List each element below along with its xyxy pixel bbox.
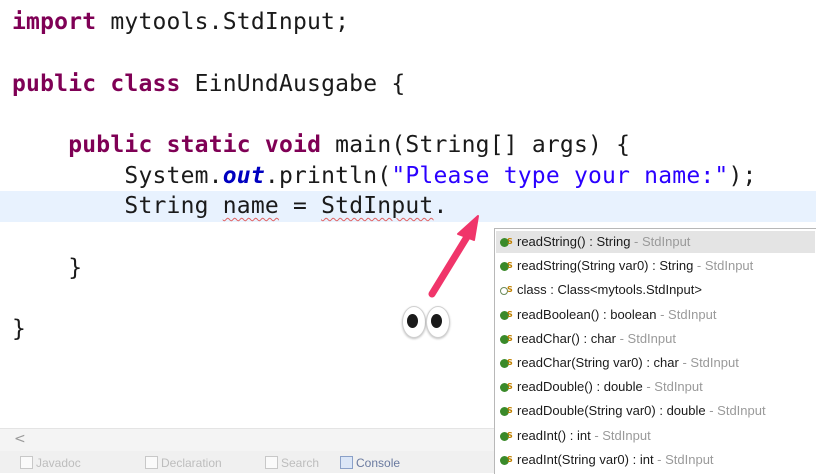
completion-owner: - StdInput <box>705 403 766 419</box>
completion-item[interactable]: SreadChar() : char - StdInput <box>499 328 676 350</box>
scroll-left-arrow-icon[interactable]: < <box>14 431 26 447</box>
left-pupil <box>407 314 418 328</box>
class-literal-icon: S <box>499 282 513 296</box>
code-text: . <box>433 193 448 219</box>
right-pupil <box>431 314 442 328</box>
keyword: class <box>110 71 181 97</box>
code-text: System. <box>124 163 223 189</box>
string-literal: "Please type your name:" <box>391 163 729 189</box>
completion-signature: class : Class<mytools.StdInput> <box>517 282 702 298</box>
completion-item[interactable]: SreadBoolean() : boolean - StdInput <box>499 304 716 326</box>
code-text: main(String[] args) { <box>321 132 631 158</box>
static-marker: S <box>507 237 513 246</box>
search-icon <box>265 456 278 469</box>
static-marker: S <box>507 285 513 295</box>
completion-owner: - StdInput <box>678 355 739 370</box>
code-text: = <box>278 193 322 219</box>
static-marker: S <box>507 333 513 343</box>
public-static-method-icon: S <box>499 331 513 345</box>
completion-signature: readInt(String var0) : int <box>517 451 654 467</box>
public-static-method-icon: S <box>499 379 513 393</box>
completion-owner: - StdInput <box>693 258 754 274</box>
static-marker: S <box>507 406 513 416</box>
tab-search[interactable]: Search <box>265 456 319 470</box>
tab-label: Declaration <box>161 456 222 470</box>
error-underlined-class: StdInput <box>321 193 434 219</box>
completion-signature: readBoolean() : boolean <box>517 306 657 322</box>
completion-item[interactable]: SreadString(String var0) : String - StdI… <box>499 255 753 277</box>
public-static-method-icon: S <box>499 428 513 442</box>
javadoc-icon <box>20 456 33 469</box>
completion-signature: readInt() : int <box>517 427 591 443</box>
static-marker: S <box>507 261 513 271</box>
completion-signature: readDouble() : double <box>517 379 643 395</box>
code-line-current[interactable]: String name = StdInput. <box>12 192 448 220</box>
completion-owner: - StdInput <box>656 306 717 322</box>
static-marker: S <box>507 309 513 319</box>
tab-console[interactable]: Console <box>340 456 400 470</box>
public-static-method-icon: S <box>499 234 513 248</box>
keyword: import <box>12 9 97 35</box>
horizontal-scrollbar[interactable]: < <box>0 428 500 451</box>
code-line-import[interactable]: import mytools.StdInput; <box>12 8 349 36</box>
completion-signature: readString(String var0) : String <box>517 258 694 274</box>
completion-item[interactable]: Sclass : Class<mytools.StdInput> <box>499 279 702 301</box>
code-text: String <box>124 193 223 219</box>
tab-label: Search <box>281 456 320 470</box>
completion-item[interactable]: SreadDouble() : double - StdInput <box>499 376 703 398</box>
static-marker: S <box>507 358 513 367</box>
code-text: ); <box>728 163 757 189</box>
tab-javadoc[interactable]: Javadoc <box>20 456 81 470</box>
tab-label: Javadoc <box>36 456 81 470</box>
completion-signature: readChar(String var0) : char <box>517 355 679 370</box>
code-line-class-declaration[interactable]: public class EinUndAusgabe { <box>12 70 405 98</box>
completion-owner: - StdInput <box>590 427 651 443</box>
code-text: .println( <box>264 163 392 189</box>
code-line-close-method[interactable]: } <box>12 254 82 282</box>
public-static-method-icon: S <box>499 307 513 321</box>
left-eye-icon <box>402 306 426 338</box>
completion-signature: readChar() : char <box>517 330 616 346</box>
completion-signature: readString() : String <box>517 234 631 249</box>
keyword: static <box>166 132 251 158</box>
unused-variable-warning: name <box>222 193 279 219</box>
code-text: mytools.StdInput; <box>96 9 350 35</box>
public-static-method-icon: S <box>499 452 513 466</box>
public-static-method-icon: S <box>499 258 513 272</box>
static-marker: S <box>507 382 513 392</box>
code-text: EinUndAusgabe { <box>180 71 406 97</box>
static-marker: S <box>507 454 513 464</box>
completion-item[interactable]: SreadDouble(String var0) : double - StdI… <box>499 400 766 422</box>
code-line-println[interactable]: System.out.println("Please type your nam… <box>12 162 757 190</box>
completion-owner: - StdInput <box>630 234 691 249</box>
completion-owner: - StdInput <box>642 379 703 395</box>
declaration-icon <box>145 456 158 469</box>
keyword: public <box>68 132 153 158</box>
public-static-method-icon: S <box>499 355 513 369</box>
keyword: public <box>12 71 97 97</box>
code-line-close-class[interactable]: } <box>12 315 26 343</box>
console-icon <box>340 456 353 469</box>
public-static-method-icon: S <box>499 403 513 417</box>
static-field: out <box>222 163 265 189</box>
tab-label: Console <box>356 456 401 470</box>
keyword: void <box>264 132 322 158</box>
static-marker: S <box>507 430 513 440</box>
completion-signature: readDouble(String var0) : double <box>517 403 706 419</box>
tab-declaration[interactable]: Declaration <box>145 456 222 470</box>
completion-item[interactable]: SreadInt(String var0) : int - StdInput <box>499 449 714 471</box>
right-eye-icon <box>426 306 450 338</box>
completion-owner: - StdInput <box>615 330 676 346</box>
eyes-emoji-icon <box>402 306 452 338</box>
completion-owner: - StdInput <box>653 451 714 467</box>
code-line-main-method[interactable]: public static void main(String[] args) { <box>12 131 630 159</box>
completion-item[interactable]: SreadChar(String var0) : char - StdInput <box>499 352 739 374</box>
completion-item[interactable]: SreadString() : String - StdInput <box>496 231 815 253</box>
completion-item[interactable]: SreadInt() : int - StdInput <box>499 425 651 447</box>
content-assist-popup[interactable]: SreadString() : String - StdInput SreadSt… <box>494 228 816 474</box>
